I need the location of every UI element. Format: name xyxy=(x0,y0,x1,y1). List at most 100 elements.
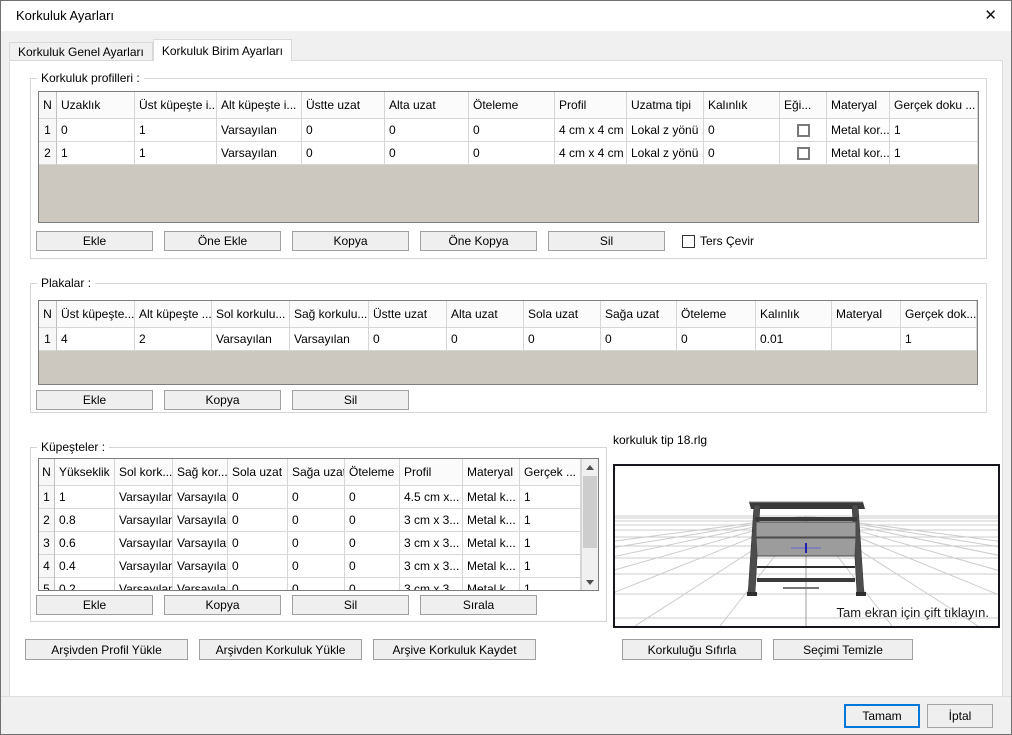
grid-cell[interactable]: 1 xyxy=(520,555,581,578)
arsivden-profil-yukle-button[interactable]: Arşivden Profil Yükle xyxy=(25,639,188,660)
kopya-button[interactable]: Kopya xyxy=(164,595,281,615)
grid-cell[interactable]: 1 xyxy=(520,532,581,555)
korkulugu-sifirla-button[interactable]: Korkuluğu Sıfırla xyxy=(622,639,762,660)
grid-cell[interactable]: Varsayılan xyxy=(217,142,302,165)
column-header[interactable]: Üst küpeşte i... xyxy=(135,92,217,119)
grid-cell[interactable]: 1 xyxy=(901,328,977,351)
scroll-up-button[interactable] xyxy=(582,459,598,475)
grid-cell[interactable]: Varsayılan xyxy=(115,578,173,591)
column-header[interactable]: Materyal xyxy=(832,301,901,328)
ok-button[interactable]: Tamam xyxy=(844,704,920,728)
column-header[interactable]: N xyxy=(39,459,55,486)
grid-cell[interactable]: 1 xyxy=(57,142,135,165)
column-header[interactable]: Üstte uzat xyxy=(302,92,385,119)
column-header[interactable]: Alta uzat xyxy=(447,301,524,328)
kopya-button[interactable]: Kopya xyxy=(164,390,281,410)
grid-cell[interactable]: Varsayılan xyxy=(115,486,173,509)
grid-cell[interactable]: 0 xyxy=(288,578,345,591)
grid-cell[interactable]: Varsayılan xyxy=(173,509,228,532)
grid-cell[interactable]: 0 xyxy=(601,328,677,351)
grid-cell[interactable]: Metal kor... xyxy=(827,119,890,142)
grid-cell[interactable]: 0.2 xyxy=(55,578,115,591)
column-header[interactable]: Sağ korkulu... xyxy=(290,301,369,328)
grid-cell[interactable]: 1 xyxy=(520,509,581,532)
column-header[interactable]: Öteleme xyxy=(469,92,555,119)
grid-cell[interactable]: Varsayılan xyxy=(115,532,173,555)
grid-cell[interactable]: 0 xyxy=(469,142,555,165)
column-header[interactable]: Sağ kor... xyxy=(173,459,228,486)
grid-cell[interactable]: 4 cm x 4 cm xyxy=(555,142,627,165)
grid-cell[interactable]: Lokal z yönü ... xyxy=(627,142,704,165)
grid-cell[interactable]: 0.6 xyxy=(55,532,115,555)
grid-cell[interactable]: 0.01 xyxy=(756,328,832,351)
column-header[interactable]: Alt küpeşte ... xyxy=(135,301,212,328)
grid-cell[interactable]: 0 xyxy=(345,578,400,591)
grid-cell[interactable]: 1 xyxy=(890,119,978,142)
grid-cell[interactable]: 0 xyxy=(524,328,601,351)
grid-cell[interactable]: 4 xyxy=(57,328,135,351)
grid-cell[interactable]: Metal k... xyxy=(463,486,520,509)
checkbox-box[interactable] xyxy=(682,235,695,248)
ekle-button[interactable]: Ekle xyxy=(36,231,153,251)
ekle-button[interactable]: Ekle xyxy=(36,390,153,410)
grid-cell[interactable]: 4.5 cm x... xyxy=(400,486,463,509)
grid-cell[interactable]: 2 xyxy=(135,328,212,351)
grid-cell[interactable]: Metal k... xyxy=(463,555,520,578)
column-header[interactable]: Kalınlık xyxy=(756,301,832,328)
column-header[interactable]: Materyal xyxy=(827,92,890,119)
column-header[interactable]: Gerçek doku ... xyxy=(890,92,978,119)
grid-cell[interactable]: 3 cm x 3... xyxy=(400,578,463,591)
grid-cell[interactable]: 0 xyxy=(677,328,756,351)
tab-korkuluk-birim-ayarlari[interactable]: Korkuluk Birim Ayarları xyxy=(153,39,292,61)
column-header[interactable]: Sola uzat xyxy=(228,459,288,486)
grid-cell[interactable]: 0 xyxy=(345,532,400,555)
grid-cell[interactable]: 3 cm x 3... xyxy=(400,509,463,532)
grid-cell[interactable]: 0 xyxy=(345,509,400,532)
row-header[interactable]: 1 xyxy=(39,486,55,509)
arsive-korkuluk-kaydet-button[interactable]: Arşive Korkuluk Kaydet xyxy=(373,639,536,660)
column-header[interactable]: Profil xyxy=(400,459,463,486)
scrollbar-thumb[interactable] xyxy=(583,476,597,548)
grid-cell[interactable]: 1 xyxy=(520,578,581,591)
column-header[interactable]: Sola uzat xyxy=(524,301,601,328)
grid-cell[interactable]: 0 xyxy=(288,532,345,555)
grid-cell[interactable]: Varsayılan xyxy=(290,328,369,351)
grid-cell[interactable]: 1 xyxy=(135,119,217,142)
grid-cell[interactable]: 0 xyxy=(704,142,780,165)
grid-cell[interactable]: 0 xyxy=(228,555,288,578)
cancel-button[interactable]: İptal xyxy=(927,704,993,728)
sil-button[interactable]: Sil xyxy=(292,390,409,410)
column-header[interactable]: N xyxy=(39,301,57,328)
secimi-temizle-button[interactable]: Seçimi Temizle xyxy=(773,639,913,660)
column-header[interactable]: Öteleme xyxy=(345,459,400,486)
close-icon[interactable]: ✕ xyxy=(984,7,997,25)
column-header[interactable]: Eği... xyxy=(780,92,827,119)
grid-cell[interactable]: 0 xyxy=(385,142,469,165)
row-header[interactable]: 1 xyxy=(39,119,57,142)
row-header[interactable]: 2 xyxy=(39,142,57,165)
grid-cell[interactable] xyxy=(832,328,901,351)
column-header[interactable]: Kalınlık xyxy=(704,92,780,119)
grid-cell[interactable]: 0 xyxy=(469,119,555,142)
grid-cell[interactable]: 0 xyxy=(447,328,524,351)
grid-cell[interactable]: 0 xyxy=(385,119,469,142)
column-header[interactable]: Profil xyxy=(555,92,627,119)
column-header[interactable]: Materyal xyxy=(463,459,520,486)
grid-cell[interactable]: 0 xyxy=(228,509,288,532)
column-header[interactable]: N xyxy=(39,92,57,119)
grid-cell[interactable]: Varsayılan xyxy=(173,578,228,591)
grid-cell[interactable]: 1 xyxy=(55,486,115,509)
row-header[interactable]: 1 xyxy=(39,328,57,351)
grid-cell[interactable]: 0 xyxy=(228,532,288,555)
tab-korkuluk-genel-ayarlari[interactable]: Korkuluk Genel Ayarları xyxy=(9,42,153,61)
column-header[interactable]: Uzatma tipi xyxy=(627,92,704,119)
row-header[interactable]: 3 xyxy=(39,532,55,555)
column-header[interactable]: Öteleme xyxy=(677,301,756,328)
grid-cell[interactable]: Metal k... xyxy=(463,509,520,532)
one-kopya-button[interactable]: Öne Kopya xyxy=(420,231,537,251)
column-header[interactable]: Üstte uzat xyxy=(369,301,447,328)
grid-cell[interactable]: 0 xyxy=(288,555,345,578)
ters-cevir-checkbox[interactable]: Ters Çevir xyxy=(682,234,754,248)
grid-cell[interactable]: 0 xyxy=(302,119,385,142)
column-header[interactable]: Sol korkulu... xyxy=(212,301,290,328)
